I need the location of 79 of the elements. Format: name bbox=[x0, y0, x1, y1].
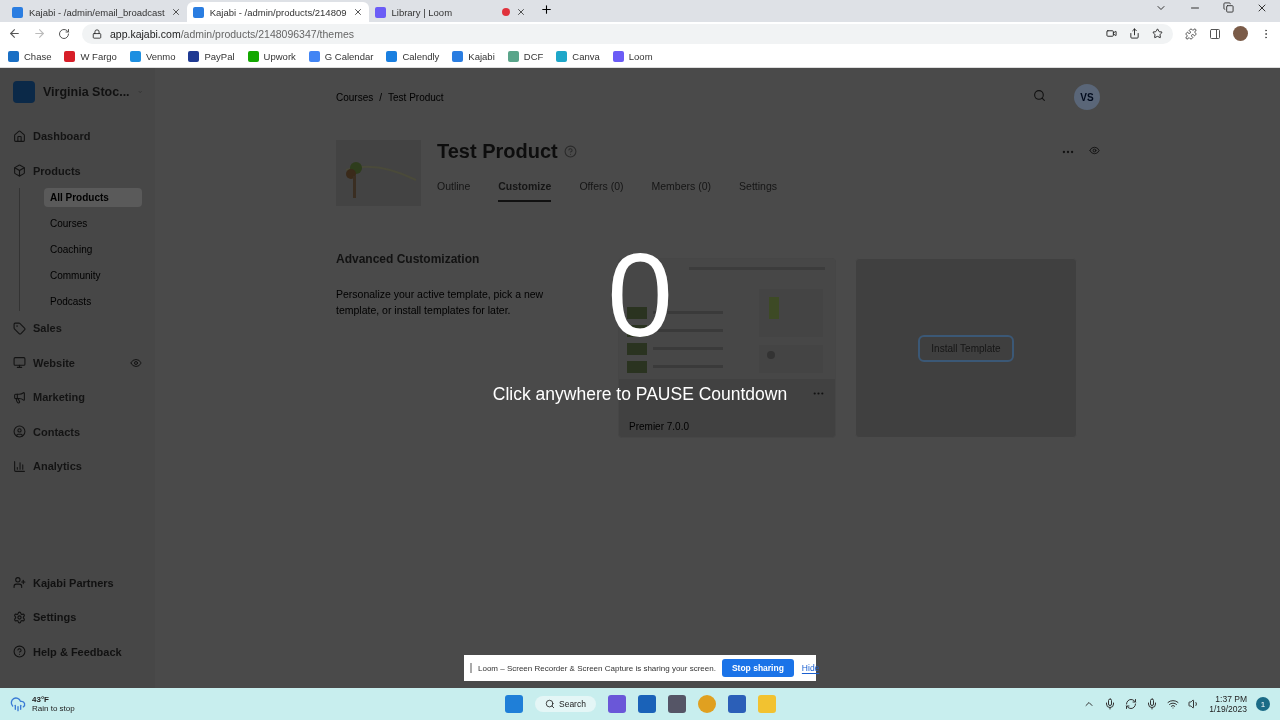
taskbar-search[interactable]: Search bbox=[535, 696, 596, 712]
nav-subitem[interactable]: Podcasts bbox=[44, 292, 142, 311]
browser-tab[interactable]: Kajabi - /admin/products/214809 bbox=[186, 2, 369, 22]
nav-subitem[interactable]: Coaching bbox=[44, 240, 142, 259]
puzzle-icon bbox=[1185, 27, 1197, 40]
bookmark[interactable]: PayPal bbox=[188, 50, 235, 62]
help-icon bbox=[563, 145, 577, 158]
bookmark[interactable]: W Fargo bbox=[64, 50, 117, 62]
product-title: Test Product bbox=[437, 140, 558, 163]
eye-icon bbox=[130, 356, 142, 369]
user-avatar[interactable]: VS bbox=[1074, 84, 1100, 110]
user-circle-icon bbox=[13, 425, 26, 438]
favicon-icon bbox=[192, 6, 204, 18]
lock-icon bbox=[92, 28, 102, 39]
bookmark[interactable]: Upwork bbox=[247, 50, 296, 62]
close-icon bbox=[352, 7, 363, 17]
section-heading: Advanced Customization bbox=[336, 252, 481, 266]
wifi-icon bbox=[1167, 698, 1180, 710]
sharing-message: Loom – Screen Recorder & Screen Capture is sharing your screen. bbox=[478, 663, 716, 673]
favicon-icon bbox=[374, 6, 386, 18]
bookmark[interactable]: Chase bbox=[8, 50, 52, 62]
new-tab-icon bbox=[539, 3, 553, 16]
star-icon bbox=[1152, 28, 1163, 39]
search-icon bbox=[545, 699, 555, 709]
clock-date: 1/19/2023 bbox=[1209, 704, 1247, 714]
weather-text: Rain to stop bbox=[32, 704, 75, 713]
reload-icon bbox=[58, 27, 70, 40]
megaphone-icon bbox=[13, 390, 26, 404]
monitor-icon bbox=[13, 356, 26, 369]
breadcrumb-separator: / bbox=[379, 91, 383, 103]
profile-avatar[interactable] bbox=[1233, 26, 1248, 41]
url-text: app.kajabi.com/admin/products/2148096347/themes bbox=[110, 27, 354, 40]
bookmark[interactable]: Canva bbox=[556, 50, 600, 62]
browser-tab[interactable]: Library | Loom bbox=[368, 2, 532, 22]
forward-icon bbox=[33, 27, 46, 40]
nav-subitem[interactable]: Courses bbox=[44, 214, 142, 233]
bar-chart-icon bbox=[13, 459, 26, 473]
settings-icon bbox=[13, 610, 26, 624]
sync-icon bbox=[1125, 698, 1138, 710]
bookmark[interactable]: Loom bbox=[612, 50, 653, 62]
bookmark[interactable]: Calendly bbox=[386, 50, 440, 62]
bookmark[interactable]: Kajabi bbox=[452, 50, 495, 62]
search-icon bbox=[1033, 89, 1046, 102]
side-panel-icon bbox=[1209, 27, 1221, 40]
share-icon bbox=[1129, 28, 1140, 39]
breadcrumb-link[interactable]: Test Product bbox=[388, 91, 444, 103]
eye-icon bbox=[1089, 144, 1100, 156]
logo-icon bbox=[13, 81, 35, 103]
nav-subitem[interactable]: Community bbox=[44, 266, 142, 285]
home-icon bbox=[13, 129, 26, 143]
temperature: 43°F bbox=[32, 695, 50, 704]
bookmark[interactable]: DCF bbox=[507, 50, 544, 62]
favicon-icon bbox=[12, 6, 23, 18]
microphone-icon bbox=[1146, 698, 1159, 710]
bookmark[interactable]: Venmo bbox=[129, 50, 176, 62]
rain-icon bbox=[10, 696, 26, 712]
stop-sharing-button[interactable]: Stop sharing bbox=[721, 659, 794, 677]
breadcrumb-link[interactable]: Courses bbox=[336, 91, 374, 103]
countdown-number: 0 bbox=[607, 236, 673, 354]
close-icon bbox=[170, 7, 181, 17]
clock-time: 1:37 PM bbox=[1215, 694, 1247, 704]
tag-icon bbox=[13, 321, 26, 335]
notification-badge[interactable]: 1 bbox=[1256, 697, 1270, 711]
restore-icon bbox=[1223, 2, 1234, 13]
back-icon bbox=[8, 27, 21, 40]
drag-handle-icon[interactable] bbox=[470, 663, 472, 673]
close-icon bbox=[515, 7, 526, 17]
browser-tab[interactable]: Kajabi - /admin/email_broadcast bbox=[6, 2, 187, 22]
countdown-hint: Click anywhere to PAUSE Countdown bbox=[492, 384, 788, 405]
camera-icon bbox=[1106, 28, 1117, 39]
address-bar[interactable]: app.kajabi.com/admin/products/2148096347/themes bbox=[82, 23, 1173, 44]
bookmark[interactable]: G Calendar bbox=[308, 50, 374, 62]
section-description: Personalize your active template, pick a new template, or install templates for later. bbox=[336, 287, 545, 318]
close-icon bbox=[1256, 2, 1268, 14]
cube-icon bbox=[13, 164, 26, 177]
microphone-icon bbox=[1104, 698, 1117, 710]
nav-subitem[interactable]: All Products bbox=[44, 188, 142, 207]
help-icon bbox=[13, 645, 26, 658]
user-plus-icon bbox=[13, 576, 26, 589]
